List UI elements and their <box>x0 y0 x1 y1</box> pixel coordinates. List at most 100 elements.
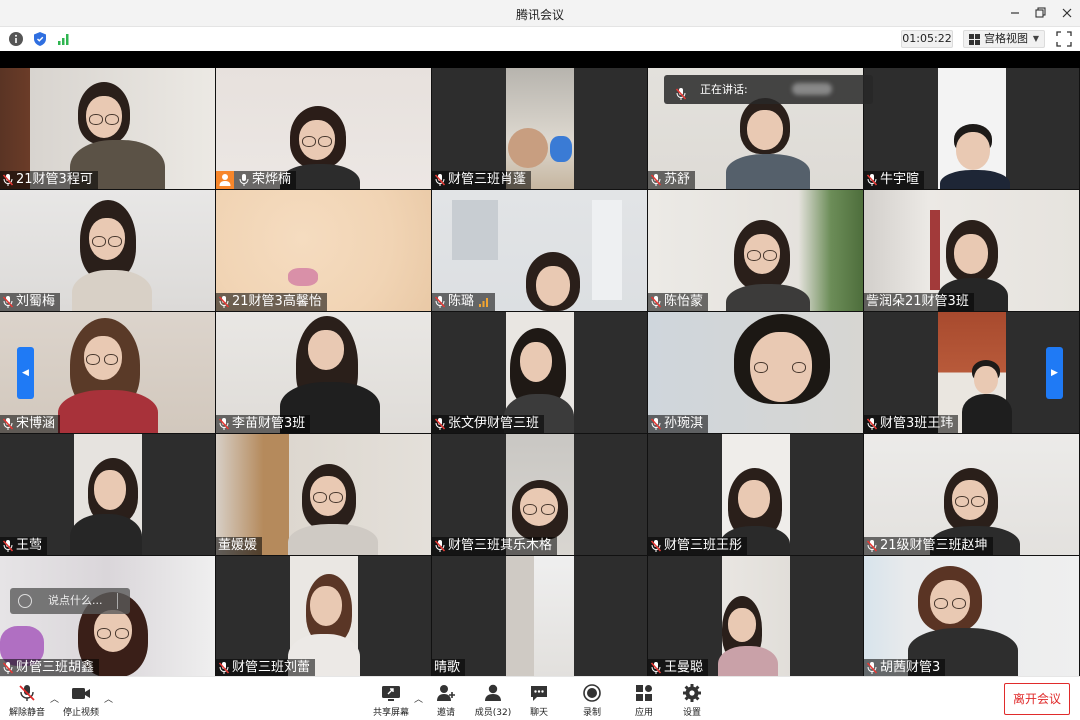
video-options-chevron-icon[interactable]: ︿ <box>104 692 114 705</box>
mic-muted-icon <box>19 685 35 701</box>
minimize-icon[interactable] <box>1006 4 1024 22</box>
video-tile[interactable]: 张文伊财管三班 <box>432 312 647 433</box>
info-icon[interactable] <box>8 31 24 47</box>
unmute-button[interactable]: 解除静音 <box>6 683 48 718</box>
view-mode-button[interactable]: 宫格视图 ▼ <box>963 30 1045 48</box>
participant-name: 财管三班肖蓬 <box>432 171 532 189</box>
video-tile[interactable]: 21财管3程可 <box>0 68 215 189</box>
speaking-label: 正在讲话: <box>700 83 748 96</box>
video-tile[interactable]: 陈怡蒙 <box>648 190 863 311</box>
title-bar: 腾讯会议 <box>0 0 1080 27</box>
speaker-name-blurred <box>792 83 832 95</box>
audio-options-chevron-icon[interactable]: ︿ <box>50 692 60 705</box>
video-tile[interactable]: 21财管3高馨怡 <box>216 190 431 311</box>
participant-name: 陈怡蒙 <box>648 293 709 311</box>
mic-muted-icon <box>650 661 662 675</box>
invite-user-icon <box>437 685 455 701</box>
quick-chat-input[interactable]: 说点什么... <box>10 588 130 614</box>
participant-name: 财管三班刘蕾 <box>216 659 316 677</box>
participant-name: 21级财管三班赵坤 <box>864 537 993 555</box>
signal-strength-icon <box>478 296 490 308</box>
video-tile[interactable]: 财管三班刘蕾 <box>216 556 431 677</box>
video-tile[interactable]: 财管三班胡鑫 <box>0 556 215 677</box>
mic-muted-icon <box>650 173 662 187</box>
mic-muted-icon <box>2 417 14 431</box>
participant-name: 李苗财管3班 <box>216 415 311 433</box>
restore-icon[interactable] <box>1032 4 1050 22</box>
participant-name: 刘蜀梅 <box>0 293 61 311</box>
chat-button[interactable]: 聊天 <box>522 683 556 718</box>
participant-name: 财管三班其乐木格 <box>432 537 558 555</box>
participant-name: 訾润朵21财管3班 <box>864 293 974 311</box>
video-tile[interactable]: 李苗财管3班 <box>216 312 431 433</box>
video-tile[interactable]: 董媛媛 <box>216 434 431 555</box>
gear-icon <box>683 684 701 702</box>
share-options-chevron-icon[interactable]: ︿ <box>414 692 424 705</box>
mic-muted-icon <box>2 661 14 675</box>
participant-name: 财管三班胡鑫 <box>0 659 100 677</box>
invite-button[interactable]: 邀请 <box>428 683 464 718</box>
meeting-toolbar: 解除静音 ︿ 停止视频 ︿ 共享屏幕 ︿ 邀请 成员(32) 聊天 录制 应用 … <box>0 676 1080 720</box>
video-top-band <box>0 51 1080 68</box>
stop-video-button[interactable]: 停止视频 <box>60 683 102 718</box>
prev-page-button[interactable]: ◀ <box>17 347 34 399</box>
video-tile[interactable]: 财管三班王彤 <box>648 434 863 555</box>
share-screen-button[interactable]: 共享屏幕 <box>370 683 412 718</box>
video-tile[interactable]: 孙琬淇 <box>648 312 863 433</box>
emoji-icon[interactable] <box>18 594 32 608</box>
mic-muted-icon <box>218 661 230 675</box>
participant-name: 财管三班王彤 <box>648 537 748 555</box>
video-tile[interactable]: 王曼聪 <box>648 556 863 677</box>
mic-muted-icon <box>866 661 878 675</box>
participant-name: 董媛媛 <box>216 537 263 555</box>
grid-view-icon <box>969 34 980 45</box>
record-icon <box>583 684 601 702</box>
meeting-window: 腾讯会议 01:05:22 宫格视图 ▼ 21财管3程可 荣烨楠 财管三班肖蓬 … <box>0 0 1080 720</box>
apps-button[interactable]: 应用 <box>627 683 661 718</box>
mic-muted-icon <box>650 417 662 431</box>
participant-name: 胡茜财管3 <box>864 659 946 677</box>
participant-name: 陈璐 <box>432 293 496 311</box>
video-tile[interactable]: 胡茜财管3 <box>864 556 1079 677</box>
video-tile[interactable]: 陈璐 <box>432 190 647 311</box>
video-tile[interactable]: 财管三班肖蓬 <box>432 68 647 189</box>
participant-name: 21财管3程可 <box>0 171 98 189</box>
status-bar: 01:05:22 宫格视图 ▼ <box>0 27 1080 51</box>
mic-muted-icon <box>434 295 446 309</box>
security-shield-icon[interactable] <box>32 31 48 47</box>
video-tile[interactable]: 财管三班其乐木格 <box>432 434 647 555</box>
video-tile[interactable]: 21级财管三班赵坤 <box>864 434 1079 555</box>
divider <box>117 593 118 609</box>
members-icon <box>485 684 501 701</box>
video-tile[interactable]: 刘蜀梅 <box>0 190 215 311</box>
next-page-button[interactable]: ▶ <box>1046 347 1063 399</box>
chat-placeholder: 说点什么... <box>48 594 103 607</box>
members-button[interactable]: 成员(32) <box>472 683 514 718</box>
mic-muted-icon <box>434 173 446 187</box>
mic-muted-icon <box>675 83 687 100</box>
settings-button[interactable]: 设置 <box>675 683 709 718</box>
video-tile[interactable]: 晴歌 <box>432 556 647 677</box>
participant-name: 21财管3高馨怡 <box>216 293 327 311</box>
participant-name: 宋博涵 <box>0 415 61 433</box>
apps-icon <box>636 685 652 701</box>
network-signal-icon[interactable] <box>56 31 72 47</box>
participant-name: 晴歌 <box>432 659 466 677</box>
video-tile[interactable]: 訾润朵21财管3班 <box>864 190 1079 311</box>
video-tile[interactable]: 荣烨楠 <box>216 68 431 189</box>
mic-muted-icon <box>434 417 446 431</box>
video-camera-icon <box>72 688 90 699</box>
record-button[interactable]: 录制 <box>575 683 609 718</box>
video-grid: 21财管3程可 荣烨楠 财管三班肖蓬 苏舒 牛宇暄 刘蜀梅 21财管3高馨怡 陈… <box>0 68 1080 677</box>
participant-name: 孙琬淇 <box>648 415 709 433</box>
mic-muted-icon <box>2 539 14 553</box>
video-tile[interactable]: 牛宇暄 <box>864 68 1079 189</box>
host-badge-icon <box>216 171 234 189</box>
participant-name: 牛宇暄 <box>864 171 925 189</box>
video-tile[interactable]: 王莺 <box>0 434 215 555</box>
fullscreen-icon[interactable] <box>1055 30 1073 48</box>
participant-name: 财管3班王玮 <box>864 415 959 433</box>
view-mode-label: 宫格视图 <box>984 32 1028 45</box>
leave-meeting-button[interactable]: 离开会议 <box>1004 683 1070 715</box>
close-icon[interactable] <box>1058 4 1076 22</box>
